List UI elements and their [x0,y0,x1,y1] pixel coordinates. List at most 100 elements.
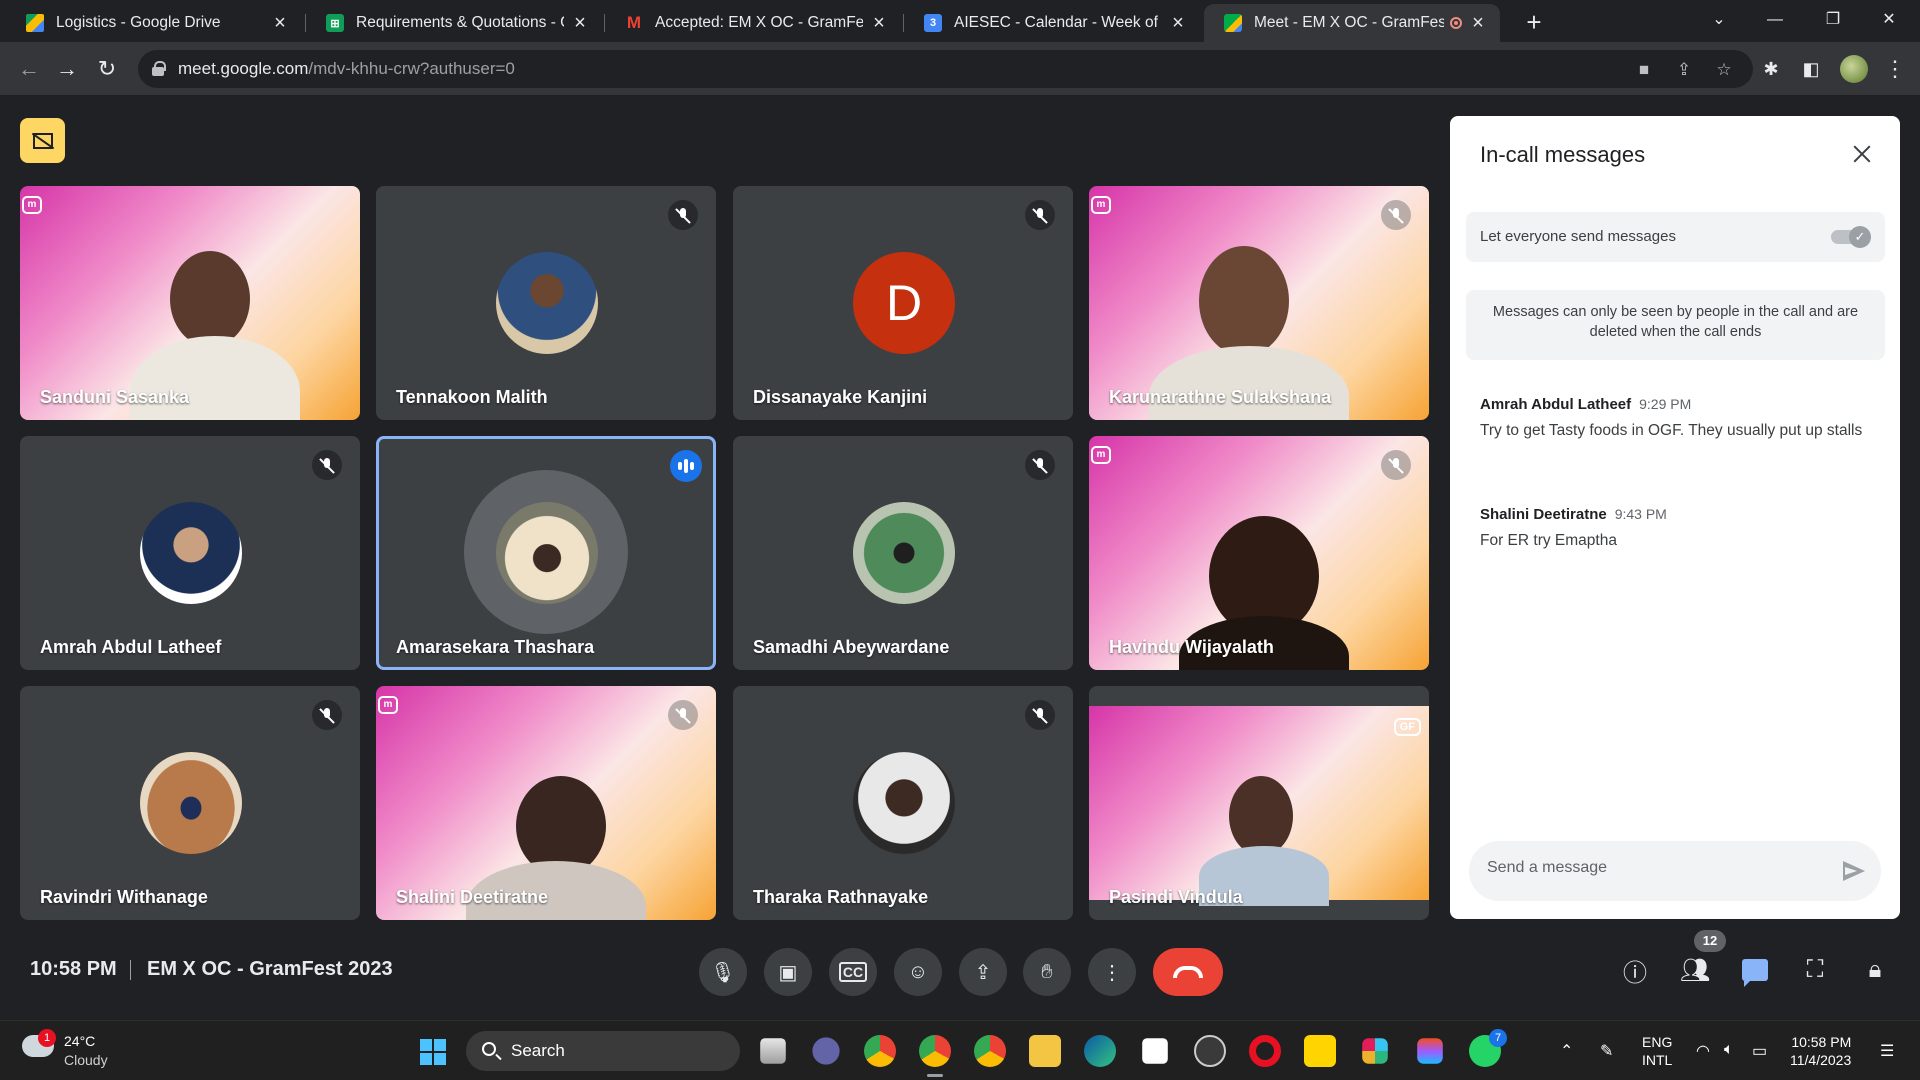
volume-icon[interactable]: 🔈︎ [1724,1041,1734,1059]
close-tab-icon[interactable]: × [1468,12,1488,35]
people-icon[interactable]: 👥︎ [1677,952,1713,988]
send-icon[interactable] [1839,857,1867,885]
share-icon[interactable]: ⇪ [1672,58,1696,82]
close-window-button[interactable]: ✕ [1866,0,1912,40]
input-language[interactable]: ENG INTL [1642,1033,1672,1069]
virtual-background-logo: m [22,196,42,214]
captions-button[interactable]: CC [829,948,877,996]
side-panel-icon[interactable]: ◧ [1796,54,1826,84]
edge-icon[interactable] [1084,1035,1116,1067]
participant-avatar [496,252,598,354]
tab-accepted-gmail[interactable]: M Accepted: EM X OC - GramFest 2023 × [605,4,901,42]
weather-condition[interactable]: Cloudy [64,1052,108,1068]
participant-video: GF [1089,706,1429,906]
pen-input-icon[interactable]: ✎ [1600,1041,1613,1061]
close-tab-icon[interactable]: × [270,12,290,35]
minimize-button[interactable]: — [1752,0,1798,40]
tab-requirements-sheets[interactable]: ⊞ Requirements & Quotations - Google She… [306,4,602,42]
url-text[interactable]: meet.google.com/mdv-khhu-crw?authuser=0 [178,59,515,79]
whatsapp-badge: 7 [1489,1029,1507,1047]
opera-icon[interactable] [1249,1035,1281,1067]
dell-icon[interactable] [1194,1035,1226,1067]
taskbar-search[interactable]: Search [466,1031,740,1071]
messages-notice: Messages can only be seen by people in t… [1466,290,1885,360]
more-options-button[interactable]: ⋮ [1088,948,1136,996]
send-message-input[interactable] [1487,859,1817,877]
gmail-icon: M [626,13,642,32]
host-controls-icon[interactable]: 🔒︎ [1857,952,1893,988]
close-tab-icon[interactable]: × [570,12,590,35]
microsoft-store-icon[interactable] [1142,1038,1168,1064]
participant-tile-pasindi[interactable]: GF Pasindi Vindula [1089,686,1429,920]
present-button[interactable]: ⇪ [959,948,1007,996]
presentation-paused-button[interactable] [20,118,65,163]
raise-hand-button[interactable]: ✋︎ [1023,948,1071,996]
camera-button[interactable]: ▣ [764,948,812,996]
address-bar[interactable]: meet.google.com/mdv-khhu-crw?authuser=0 … [138,50,1753,88]
tab-logistics-drive[interactable]: Logistics - Google Drive × [6,4,302,42]
participant-tile-karunarathne[interactable]: m Karunarathne Sulakshana [1089,186,1429,420]
profile-avatar[interactable] [1840,55,1868,83]
chat-icon[interactable] [1737,952,1773,988]
browser-toolbar: ← → ↻ meet.google.com/mdv-khhu-crw?authu… [0,42,1920,96]
extensions-icon[interactable]: ✱ [1756,54,1786,84]
sticky-notes-icon[interactable] [1304,1035,1336,1067]
reload-icon[interactable]: ↻ [92,54,122,84]
send-messages-toggle[interactable]: ✓ [1831,226,1871,248]
participant-tile-shalini[interactable]: m Shalini Deetiratne [376,686,716,920]
system-clock[interactable]: 10:58 PM 11/4/2023 [1790,1033,1851,1069]
participant-avatar-letter: D [853,252,955,354]
weather-temperature[interactable]: 24°C [64,1033,95,1049]
back-icon[interactable]: ← [14,54,44,84]
leave-call-button[interactable] [1153,948,1223,996]
chrome-profile-icon[interactable] [919,1035,951,1067]
participant-name: Havindu Wijayalath [1109,637,1274,657]
teams-chat-icon[interactable] [812,1037,840,1065]
figma-icon[interactable] [1417,1038,1443,1064]
participant-tile-amrah[interactable]: Amrah Abdul Latheef [20,436,360,670]
present-screen-icon: ⇪ [974,961,992,984]
close-tab-icon[interactable]: × [869,12,889,35]
search-label: Search [511,1041,565,1060]
file-explorer-icon[interactable] [1029,1035,1061,1067]
participant-tile-amarasekara[interactable]: Amarasekara Thashara [376,436,716,670]
forward-icon[interactable]: → [52,54,82,84]
tab-meet-active[interactable]: Meet - EM X OC - GramFest × [1204,4,1500,42]
new-tab-button[interactable]: + [1518,6,1550,38]
activities-icon[interactable]: ⛶ [1797,952,1833,988]
participant-tile-tennakoon[interactable]: Tennakoon Malith [376,186,716,420]
chrome-work-icon[interactable] [974,1035,1006,1067]
chrome-icon[interactable] [864,1035,896,1067]
mic-off-icon [1025,450,1055,480]
participant-tile-samadhi[interactable]: Samadhi Abeywardane [733,436,1073,670]
participant-tile-havindu[interactable]: m Havindu Wijayalath [1089,436,1429,670]
participant-tile-dissanayake[interactable]: D Dissanayake Kanjini [733,186,1073,420]
wifi-icon[interactable]: ◠ [1696,1041,1710,1061]
bookmark-star-icon[interactable]: ☆ [1712,58,1736,82]
meeting-details-icon[interactable]: ⓘ [1617,952,1653,988]
reactions-button[interactable]: ☺ [894,948,942,996]
message-text: Try to get Tasty foods in OGF. They usua… [1480,422,1863,439]
hand-icon: ✋︎ [1041,960,1053,983]
microphone-button[interactable]: 🎙︎ [699,948,747,996]
participant-name: Pasindi Vindula [1109,887,1243,907]
close-tab-icon[interactable]: × [1168,12,1188,35]
tab-search-icon[interactable]: ⌄ [1696,0,1742,40]
participant-tile-tharaka[interactable]: Tharaka Rathnayake [733,686,1073,920]
task-view-icon[interactable] [760,1038,786,1064]
restore-button[interactable]: ❐ [1810,0,1856,40]
participant-tile-sanduni[interactable]: m Sanduni Sasanka [20,186,360,420]
chat-message: Shalini Deetiratne 9:43 PM For ER try Ema… [1480,506,1870,553]
participant-name: Tharaka Rathnayake [753,887,929,907]
camera-blocked-icon[interactable]: ■ [1632,58,1656,82]
windows-start-icon[interactable] [420,1039,446,1065]
slack-icon[interactable] [1362,1038,1388,1064]
chrome-menu-icon[interactable]: ⋮ [1880,54,1910,84]
battery-icon[interactable]: ▭ [1752,1041,1767,1061]
participant-name: Sanduni Sasanka [40,387,190,407]
participant-tile-ravindri[interactable]: Ravindri Withanage [20,686,360,920]
notifications-icon[interactable]: ☰ [1880,1041,1894,1061]
close-icon[interactable] [1846,138,1878,170]
tab-aiesec-calendar[interactable]: 3 AIESEC - Calendar - Week of October × [904,4,1200,42]
show-hidden-icons-icon[interactable]: ⌃ [1560,1041,1573,1061]
